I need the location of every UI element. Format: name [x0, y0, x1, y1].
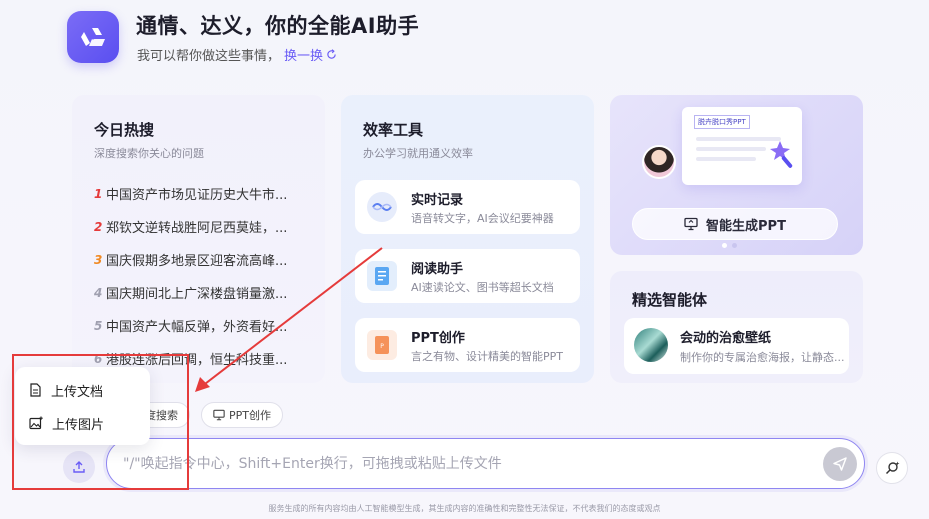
ppt-creation-chip[interactable]: PPT创作: [201, 402, 283, 428]
ppt-chip-label: PPT创作: [229, 409, 271, 422]
generate-ppt-label: 智能生成PPT: [706, 218, 786, 234]
carousel-dots: [722, 243, 737, 248]
page-title: 通情、达义，你的全能AI助手: [136, 14, 420, 38]
subtitle-text: 我可以帮你做这些事情，: [137, 49, 281, 64]
agent-desc: 制作你的专属治愈海报，让静态...: [680, 351, 845, 364]
ppt-board-label: 脱卉脱口秀PPT: [694, 115, 750, 129]
ppt-line: [696, 147, 766, 151]
document-icon: [367, 261, 397, 291]
refresh-label: 换一换: [284, 49, 324, 64]
smart-ppt-banner[interactable]: 脱卉脱口秀PPT 智能生成PPT: [610, 95, 863, 255]
hot-search-subtitle: 深度搜索你关心的问题: [94, 147, 204, 160]
refresh-icon: [327, 49, 336, 59]
hot-rank: 4: [94, 285, 103, 300]
hot-search-item[interactable]: 1 中国资产市场见证历史大牛市...: [94, 177, 309, 210]
hot-text: 郑钦文逆转战胜阿尼西莫娃，...: [106, 221, 288, 236]
side-tool-button[interactable]: [876, 452, 908, 484]
hot-text: 中国资产大幅反弹，外资看好...: [106, 320, 288, 335]
annotation-highlight-box: [12, 354, 189, 490]
hot-rank: 1: [94, 186, 103, 201]
tools-title: 效率工具: [363, 121, 424, 139]
avatar: [642, 145, 676, 179]
presentation-icon: [684, 217, 698, 231]
agent-thumbnail: [634, 328, 668, 362]
efficiency-tools-card: 效率工具 办公学习就用通义效率 实时记录 语音转文字，AI会议纪要神器 阅读助手…: [341, 95, 594, 383]
refresh-button[interactable]: 换一换: [284, 45, 337, 64]
logo-icon: [81, 28, 105, 46]
featured-agents-card: 精选智能体 会动的治愈壁纸 制作你的专属治愈海报，让静态...: [610, 271, 863, 383]
agent-name: 会动的治愈壁纸: [680, 331, 772, 346]
footer-disclaimer: 服务生成的所有内容均由人工智能模型生成，其生成内容的准确性和完整性无法保证，不代…: [268, 504, 661, 513]
chat-input[interactable]: [123, 453, 803, 475]
tool-desc: AI速读论文、图书等超长文档: [411, 281, 554, 294]
carousel-dot[interactable]: [732, 243, 737, 248]
agent-item[interactable]: 会动的治愈壁纸 制作你的专属治愈海报，让静态...: [624, 318, 849, 374]
hot-rank: 2: [94, 219, 103, 234]
hot-search-item[interactable]: 4 国庆期间北上广深楼盘销量激...: [94, 276, 309, 309]
ppt-file-icon: P: [367, 330, 397, 360]
hot-rank: 3: [94, 252, 103, 267]
ppt-line: [696, 157, 756, 161]
tool-desc: 言之有物、设计精美的智能PPT: [411, 350, 563, 363]
app-logo: [67, 11, 119, 63]
carousel-dot[interactable]: [722, 243, 727, 248]
agents-title: 精选智能体: [632, 291, 708, 309]
tool-name: PPT创作: [411, 331, 465, 346]
tool-name: 阅读助手: [411, 262, 464, 277]
hot-text: 中国资产市场见证历史大牛市...: [106, 188, 288, 203]
tool-ppt-creation[interactable]: P PPT创作 言之有物、设计精美的智能PPT: [355, 318, 580, 372]
tool-desc: 语音转文字，AI会议纪要神器: [411, 212, 554, 225]
chat-input-box: [106, 438, 865, 489]
magic-wand-icon: [770, 141, 793, 168]
voice-wave-icon: [367, 192, 397, 222]
page-subtitle: 我可以帮你做这些事情， 换一换: [137, 45, 337, 64]
generate-ppt-button[interactable]: 智能生成PPT: [632, 208, 838, 240]
svg-text:P: P: [380, 343, 384, 350]
presentation-icon: [213, 409, 225, 421]
tools-subtitle: 办公学习就用通义效率: [363, 147, 473, 160]
hot-search-item[interactable]: 5 中国资产大幅反弹，外资看好...: [94, 309, 309, 342]
hot-text: 国庆假期多地景区迎客流高峰...: [106, 254, 288, 269]
send-button[interactable]: [823, 447, 857, 481]
hot-rank: 5: [94, 318, 103, 333]
tool-realtime-record[interactable]: 实时记录 语音转文字，AI会议纪要神器: [355, 180, 580, 234]
hot-search-item[interactable]: 3 国庆假期多地景区迎客流高峰...: [94, 243, 309, 276]
sparkle-search-icon: [885, 461, 900, 475]
tool-name: 实时记录: [411, 193, 464, 208]
hot-text: 国庆期间北上广深楼盘销量激...: [106, 287, 288, 302]
hot-search-card: 今日热搜 深度搜索你关心的问题 1 中国资产市场见证历史大牛市... 2 郑钦文逆转…: [72, 95, 325, 383]
send-icon: [833, 457, 847, 471]
hot-search-list: 1 中国资产市场见证历史大牛市... 2 郑钦文逆转战胜阿尼西莫娃，... 3 国庆假…: [94, 177, 309, 375]
hot-search-title: 今日热搜: [94, 121, 155, 139]
tool-reading-assistant[interactable]: 阅读助手 AI速读论文、图书等超长文档: [355, 249, 580, 303]
hot-search-item[interactable]: 2 郑钦文逆转战胜阿尼西莫娃，...: [94, 210, 309, 243]
